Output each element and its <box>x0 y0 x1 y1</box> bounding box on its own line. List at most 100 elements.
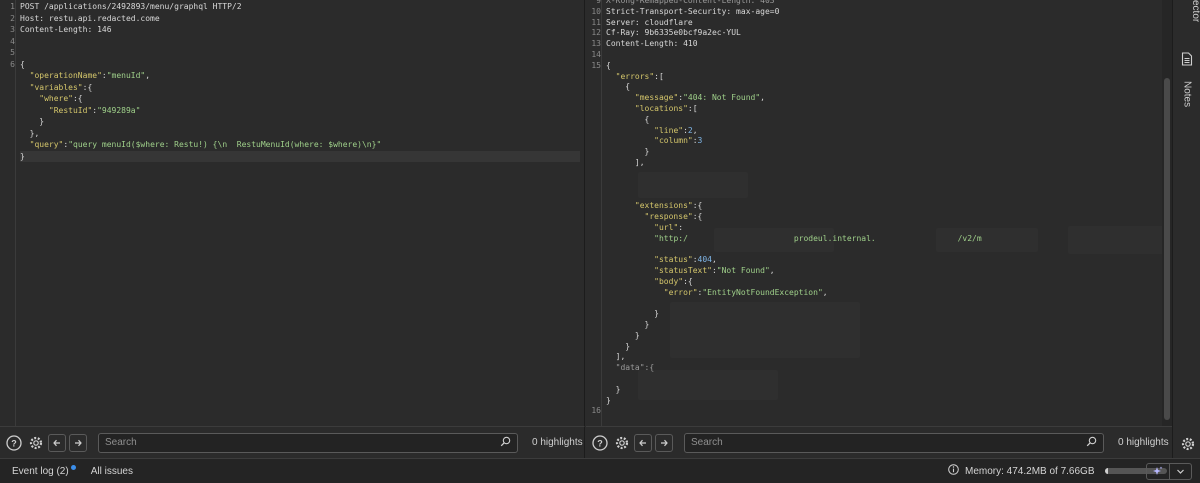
code-line[interactable]: } <box>606 384 1168 395</box>
code-line[interactable]: "operationName":"menuId", <box>20 70 580 81</box>
code-line[interactable] <box>606 373 1168 384</box>
tab-notes-label: Notes <box>1181 81 1193 108</box>
tab-notes[interactable]: Notes <box>1173 52 1200 116</box>
code-line[interactable]: 2 Host: restu.api.redacted.come <box>10 13 580 24</box>
chevron-down-icon[interactable] <box>1168 464 1191 479</box>
search-icon[interactable] <box>500 436 511 450</box>
event-log-link[interactable]: Event log (2) <box>12 464 76 477</box>
code-line[interactable]: "message":"404: Not Found", <box>606 92 1168 103</box>
code-line[interactable]: "statusText":"Not Found", <box>606 265 1168 276</box>
response-viewer[interactable]: 9 X-Kong-Remapped-Content-Length: 403 10 St… <box>586 0 1172 426</box>
search-icon[interactable] <box>1086 436 1097 450</box>
code-line[interactable]: ], <box>606 351 1168 362</box>
code-line[interactable]: ], <box>606 157 1168 168</box>
gear-icon[interactable] <box>1178 434 1198 454</box>
code-line[interactable]: "extensions":{ <box>606 200 1168 211</box>
code-line[interactable]: { <box>606 114 1168 125</box>
code-line[interactable] <box>606 189 1168 200</box>
arrow-right-icon[interactable] <box>69 433 87 452</box>
arrow-left-icon[interactable] <box>634 433 652 452</box>
response-search-box[interactable] <box>684 432 1104 453</box>
code-line[interactable]: "url": <box>606 222 1168 233</box>
code-line[interactable] <box>606 179 1168 190</box>
code-line[interactable]: 12 Cf-Ray: 9b6335e0bcf9a2ec-YUL <box>591 27 1168 38</box>
response-code[interactable]: 9 X-Kong-Remapped-Content-Length: 403 10 St… <box>591 0 1172 426</box>
line-number: 11 <box>591 17 601 27</box>
response-scrollbar[interactable] <box>1162 0 1172 426</box>
code-line[interactable]: 14 <box>591 49 1168 60</box>
code-line[interactable]: 15 { <box>591 60 1168 71</box>
code-line[interactable]: } <box>606 395 1168 406</box>
code-token: } <box>606 309 659 319</box>
code-line[interactable]: } <box>606 146 1168 157</box>
code-line[interactable] <box>606 297 1168 308</box>
code-line[interactable]: 10 Strict-Transport-Security: max-age=0 <box>591 6 1168 17</box>
scrollbar-thumb[interactable] <box>1164 78 1170 420</box>
code-line[interactable]: "column":3 <box>606 135 1168 146</box>
code-line[interactable]: "RestuId":"949289a" <box>20 105 580 116</box>
assistant-button[interactable] <box>1146 463 1192 480</box>
code-token: : 146 <box>87 25 112 34</box>
request-code[interactable]: 1 POST /applications/2492893/menu/graphql… <box>10 0 580 426</box>
code-line[interactable]: "body":{ <box>606 276 1168 287</box>
code-line[interactable]: 4 <box>10 36 580 47</box>
all-issues-link[interactable]: All issues <box>91 466 133 477</box>
sparkle-icon[interactable] <box>1147 464 1169 479</box>
code-line[interactable]: 11 Server: cloudflare <box>591 17 1168 28</box>
search-input[interactable] <box>105 437 500 448</box>
code-line[interactable]: } <box>606 308 1168 319</box>
code-line[interactable]: "line":2, <box>606 125 1168 136</box>
code-token: :{ <box>72 94 83 103</box>
arrow-right-icon[interactable] <box>655 433 673 452</box>
code-line[interactable] <box>606 243 1168 254</box>
code-line[interactable]: } <box>20 116 580 127</box>
code-line[interactable]: "errors":[ <box>606 71 1168 82</box>
code-line[interactable]: "where":{ <box>20 93 580 104</box>
code-token: ], <box>606 158 645 167</box>
tab-inspector-label: ector <box>1190 0 1200 23</box>
code-line[interactable]: 1 POST /applications/2492893/menu/graphql… <box>10 1 580 12</box>
code-line[interactable]: "data":{ <box>606 362 1168 373</box>
code-line[interactable] <box>606 168 1168 179</box>
search-input[interactable] <box>691 437 1086 448</box>
tab-inspector[interactable]: ector <box>1173 0 1200 44</box>
code-line[interactable]: "response":{ <box>606 211 1168 222</box>
code-line[interactable]: } <box>606 341 1168 352</box>
code-token: "errors" <box>615 71 655 81</box>
code-token: "url" <box>654 222 679 232</box>
request-editor[interactable]: 1 POST /applications/2492893/menu/graphql… <box>0 0 585 426</box>
code-token: "extensions" <box>634 201 693 211</box>
code-token: :{ <box>692 201 703 211</box>
status-bar: Event log (2) All issues Memory: 474.2MB… <box>0 458 1200 483</box>
code-line[interactable]: 16 <box>591 405 1168 416</box>
help-icon[interactable]: ? <box>4 433 24 453</box>
code-line[interactable]: } <box>606 330 1168 341</box>
code-line[interactable]: 13 Content-Length: 410 <box>591 38 1168 49</box>
code-token: : restu.api.redacted.come <box>39 13 160 23</box>
code-line[interactable]: "http:/ prodeul.internal. /v2/m <box>606 233 1168 244</box>
code-token: ], <box>606 352 626 362</box>
gear-icon[interactable] <box>612 433 632 453</box>
code-line[interactable]: "variables":{ <box>20 82 580 93</box>
help-icon[interactable]: ? <box>590 433 610 453</box>
code-line[interactable]: } <box>20 150 580 162</box>
code-line[interactable]: 3 Content-Length: 146 <box>10 24 580 35</box>
arrow-left-icon[interactable] <box>48 433 66 452</box>
code-line[interactable]: 6{ <box>10 59 580 70</box>
code-line[interactable]: "locations":[ <box>606 103 1168 114</box>
code-line[interactable]: 5 <box>10 47 580 58</box>
code-line[interactable]: }, <box>20 128 580 139</box>
code-token: "status" <box>654 255 693 265</box>
gear-icon[interactable] <box>26 433 46 453</box>
code-line[interactable]: } <box>606 319 1168 330</box>
code-line[interactable]: "query":"query menuId($where: Restu!) {\… <box>20 139 580 150</box>
code-line[interactable]: "status":404, <box>606 254 1168 265</box>
request-search-box[interactable] <box>98 432 518 453</box>
code-line[interactable]: "error":"EntityNotFoundException", <box>606 287 1168 298</box>
code-line[interactable]: { <box>606 81 1168 92</box>
